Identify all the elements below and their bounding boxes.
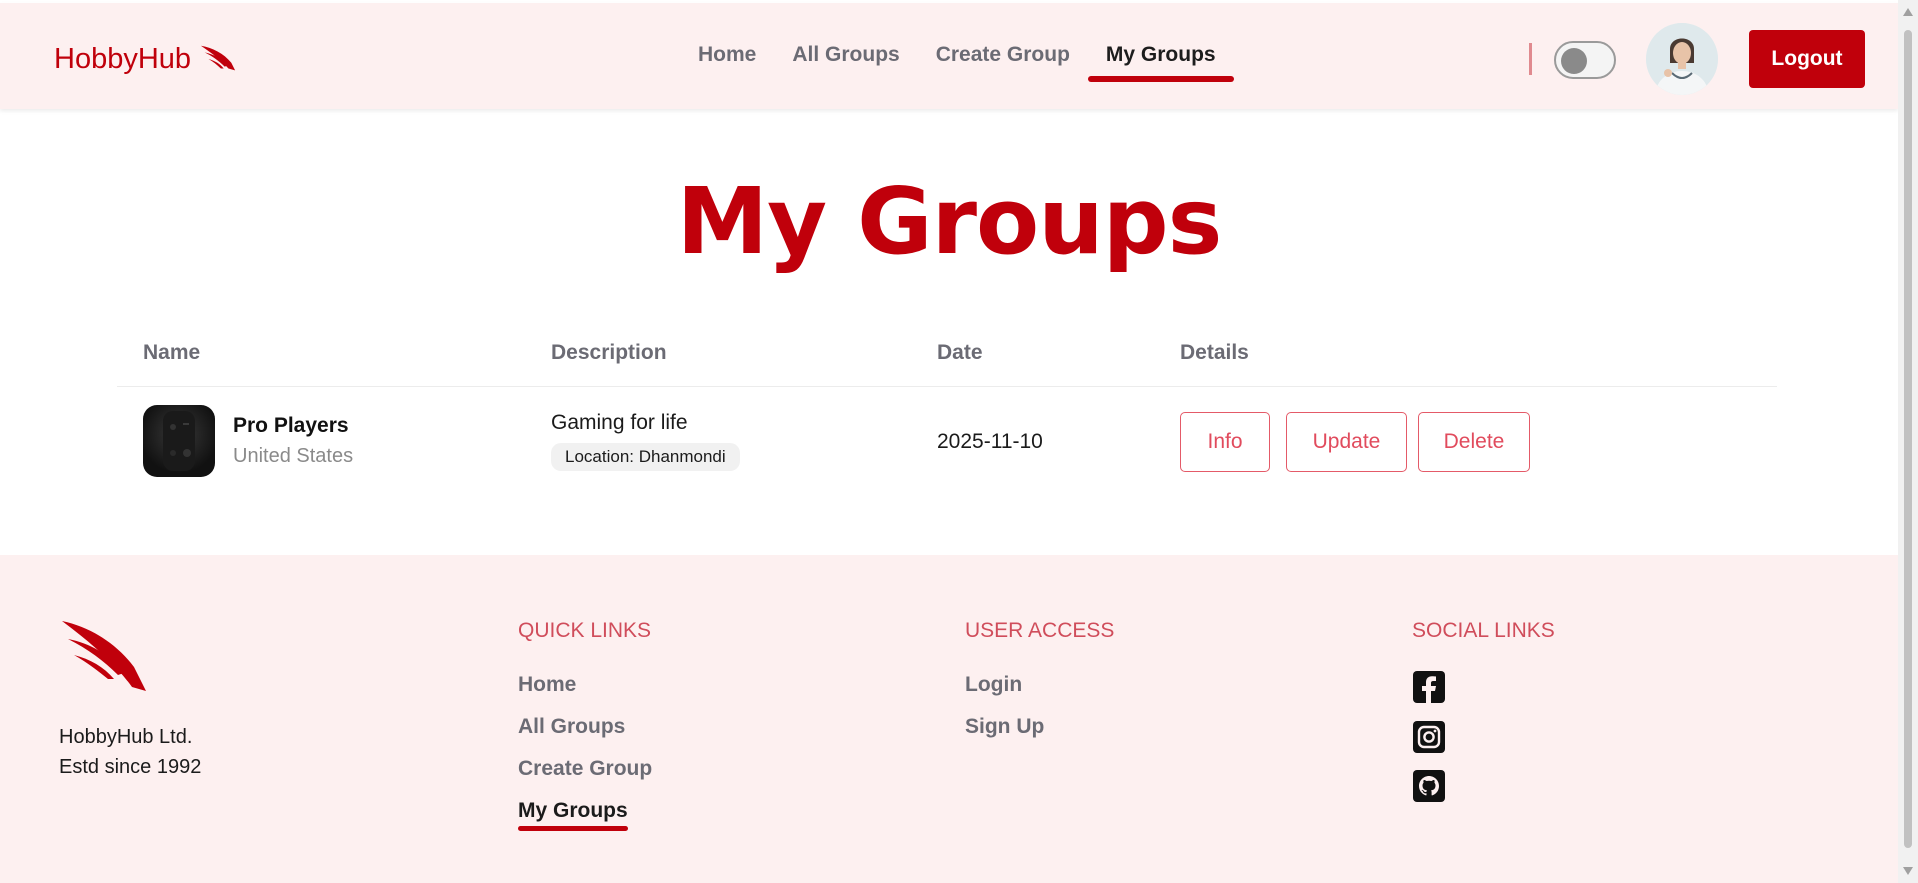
brand-name: HobbyHub: [54, 42, 192, 75]
site-footer: HobbyHub Ltd. Estd since 1992 QUICK LINK…: [0, 555, 1898, 883]
group-date: 2025-11-10: [937, 430, 1043, 453]
column-header-description: Description: [551, 341, 667, 364]
theme-toggle[interactable]: [1554, 41, 1616, 79]
footer-established: Estd since 1992: [59, 756, 202, 778]
nav-link-all-groups[interactable]: All Groups: [774, 43, 917, 77]
delete-button[interactable]: Delete: [1418, 412, 1530, 472]
column-header-details: Details: [1180, 341, 1249, 364]
update-button[interactable]: Update: [1286, 412, 1407, 472]
main-nav: Home All Groups Create Group My Groups: [680, 43, 1234, 82]
scroll-down-arrow-icon[interactable]: [1903, 867, 1913, 875]
column-header-name: Name: [143, 341, 201, 364]
footer-link-home[interactable]: Home: [518, 673, 576, 697]
footer-link-my-groups[interactable]: My Groups: [518, 799, 628, 831]
app-viewport: HobbyHub Home All Groups Create Group My…: [0, 0, 1898, 883]
footer-link-create-group[interactable]: Create Group: [518, 757, 652, 781]
avatar-image: [1646, 23, 1718, 95]
nav-link-my-groups[interactable]: My Groups: [1087, 43, 1234, 82]
nav-link-home[interactable]: Home: [680, 43, 774, 77]
group-description: Gaming for life: [551, 411, 688, 434]
brand-logo-link[interactable]: HobbyHub: [54, 41, 237, 77]
wing-logo-icon: [200, 45, 236, 71]
footer-link-sign-up[interactable]: Sign Up: [965, 715, 1044, 739]
scrollbar-thumb[interactable]: [1904, 30, 1912, 848]
user-access-title: USER ACCESS: [965, 619, 1115, 642]
top-navbar: HobbyHub Home All Groups Create Group My…: [0, 3, 1898, 109]
group-thumbnail: [143, 405, 215, 477]
footer-wing-logo-icon: [62, 621, 146, 691]
github-icon[interactable]: [1412, 769, 1446, 803]
scroll-up-arrow-icon[interactable]: [1903, 8, 1913, 16]
logout-button[interactable]: Logout: [1749, 30, 1865, 88]
group-name: Pro Players: [233, 414, 349, 437]
table-row: Pro Players United States Gaming for lif…: [0, 387, 1898, 497]
nav-link-create-group[interactable]: Create Group: [918, 43, 1088, 77]
column-header-date: Date: [937, 341, 983, 364]
location-badge: Location: Dhanmondi: [551, 443, 740, 471]
toggle-knob: [1561, 48, 1587, 74]
footer-company-name: HobbyHub Ltd.: [59, 726, 193, 748]
social-links-title: SOCIAL LINKS: [1412, 619, 1555, 642]
instagram-icon[interactable]: [1412, 720, 1446, 754]
facebook-icon[interactable]: [1412, 670, 1446, 704]
footer-company: HobbyHub Ltd. Estd since 1992: [59, 722, 201, 782]
user-avatar[interactable]: [1646, 23, 1718, 95]
nav-divider: [1529, 43, 1532, 75]
group-country: United States: [233, 445, 354, 467]
gamepad-image: [163, 411, 195, 471]
page-title: My Groups: [676, 168, 1223, 275]
footer-link-all-groups[interactable]: All Groups: [518, 715, 625, 739]
vertical-scrollbar[interactable]: [1898, 0, 1918, 883]
footer-link-login[interactable]: Login: [965, 673, 1022, 697]
info-button[interactable]: Info: [1180, 412, 1270, 472]
quick-links-title: QUICK LINKS: [518, 619, 652, 642]
